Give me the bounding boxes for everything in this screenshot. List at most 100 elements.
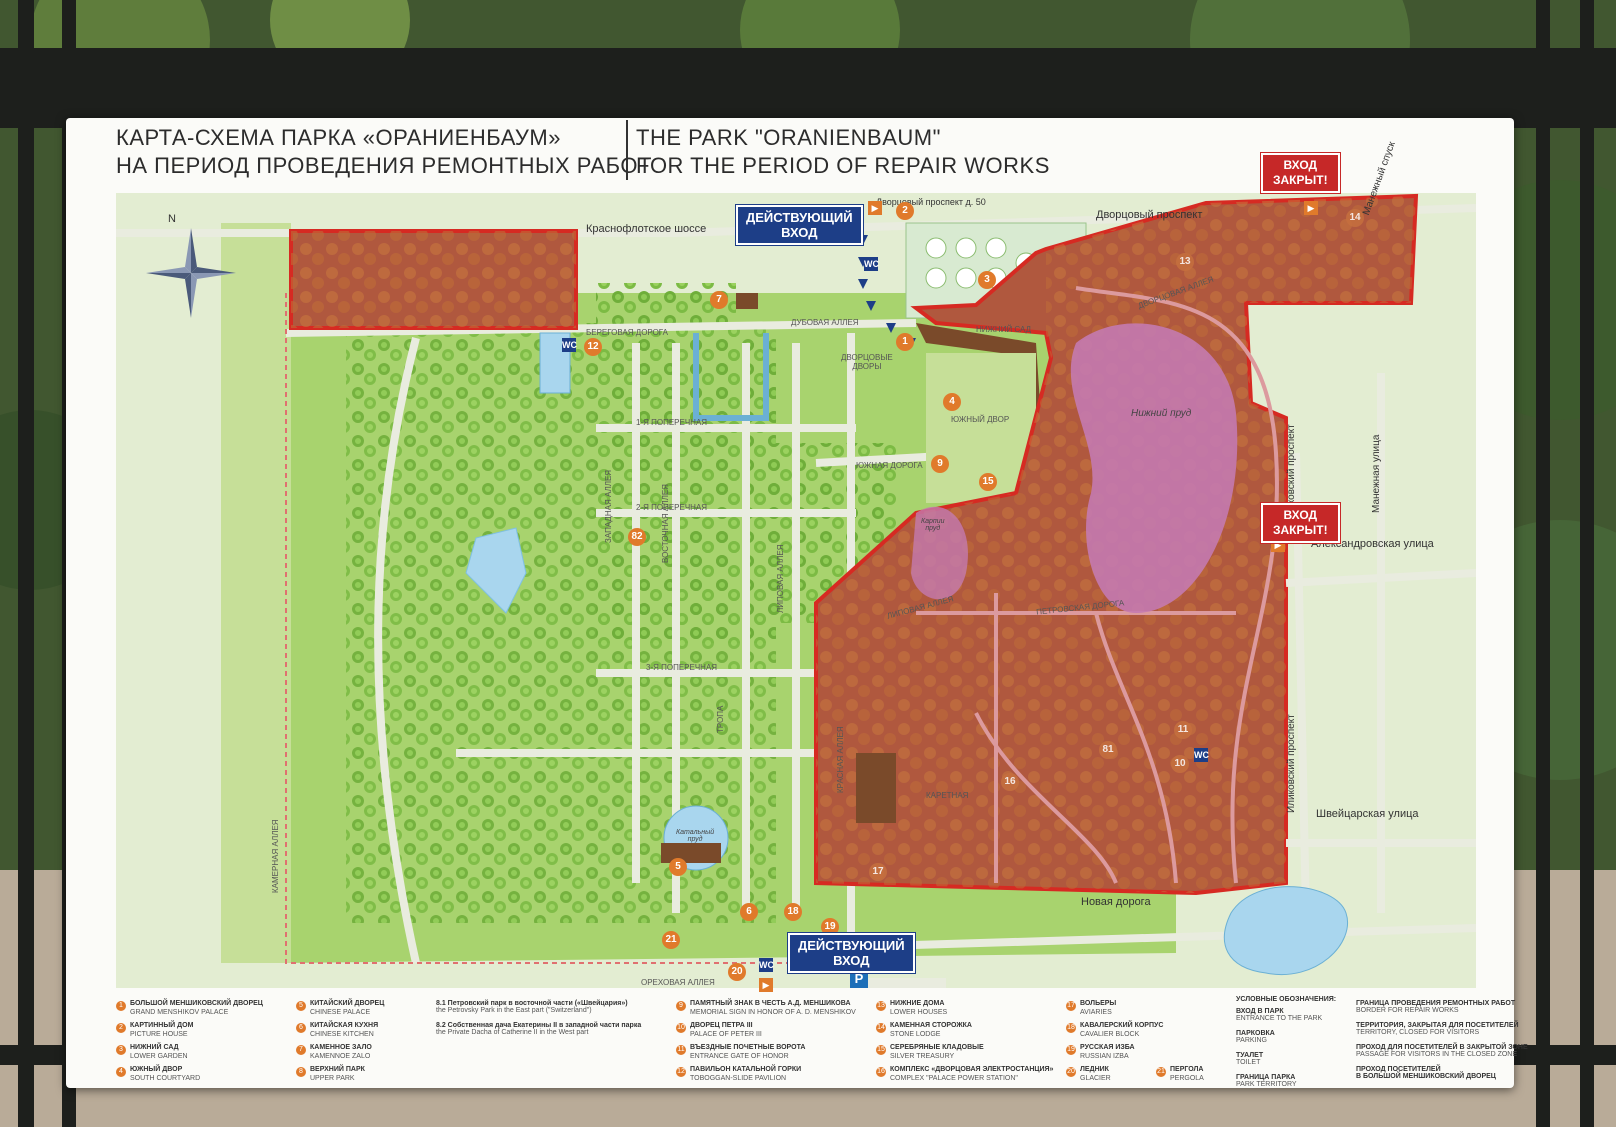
legend-en-14: STONE LODGE — [890, 1031, 941, 1038]
road-ilikovsky-bottom: Иликовский проспект — [1286, 714, 1297, 813]
entrance-closed-right-line1: ВХОД — [1283, 508, 1318, 522]
label-nizhny-prud: Нижний пруд — [1131, 408, 1192, 419]
legend-ru-7: КАМЕННОЕ ЗАЛО — [310, 1044, 372, 1051]
legend-sub-82-ru: 8.2 Собственная дача Екатерины II в запа… — [436, 1022, 642, 1029]
legend-en-20: GLACIER — [1080, 1075, 1111, 1082]
title-en-line2: FOR THE PERIOD OF REPAIR WORKS — [636, 153, 1050, 178]
symbol-entry-ru: ВХОД В ПАРК — [1236, 1008, 1284, 1015]
marker-14[interactable]: 14 — [1346, 209, 1364, 227]
legend-en-13: LOWER HOUSES — [890, 1009, 948, 1016]
legend-en-16: COMPLEX "PALACE POWER STATION" — [890, 1075, 1018, 1082]
building-cavalier-block — [856, 753, 896, 823]
symbol-toilet-en: TOILET — [1236, 1059, 1261, 1066]
road-yuzhnaya: ЮЖНАЯ ДОРОГА — [856, 461, 923, 470]
legend-ru-17: ВОЛЬЕРЫ — [1080, 1000, 1117, 1007]
road-novaya: Новая дорога — [1081, 896, 1151, 908]
marker-9[interactable]: 9 — [931, 455, 949, 473]
entry-icon-northeast: ▶ — [1304, 201, 1318, 215]
symbol-repair-ru: ГРАНИЦА ПРОВЕДЕНИЯ РЕМОНТНЫХ РАБОТ — [1356, 1000, 1516, 1007]
marker-7[interactable]: 7 — [710, 291, 728, 309]
legend-num-17: 17 — [1066, 1001, 1076, 1011]
road-dvortsovy: Дворцовый проспект — [1096, 209, 1203, 221]
label-nizhny-sad: НИЖНИЙ САД — [976, 325, 1032, 334]
marker-2[interactable]: 2 — [896, 202, 914, 220]
marker-15[interactable]: 15 — [979, 473, 997, 491]
title-en-line1: THE PARK "ORANIENBAUM" — [636, 125, 941, 150]
legend-sub-81-en: the Petrovsky Park in the East part ("Sw… — [436, 1007, 592, 1014]
label-karpiny-line1: Карпии — [921, 518, 945, 525]
marker-18[interactable]: 18 — [784, 903, 802, 921]
symbol-repair: ГРАНИЦА ПРОВЕДЕНИЯ РЕМОНТНЫХ РАБОТ BORDER… — [1356, 1000, 1515, 1014]
marker-81[interactable]: 81 — [1099, 741, 1117, 759]
marker-6[interactable]: 6 — [740, 903, 758, 921]
legend-en-11: ENTRANCE GATE OF HONOR — [690, 1053, 789, 1060]
entrance-open-top[interactable]: ДЕЙСТВУЮЩИЙ ВХОД — [735, 204, 864, 246]
legend-en-17: AVIARIES — [1080, 1009, 1112, 1016]
entrance-open-top-line2: ВХОД — [781, 225, 818, 240]
legend-num-19: 19 — [1066, 1045, 1076, 1055]
entry-icon-palace: ▶ — [868, 201, 882, 215]
road-orekhovaya: ОРЕХОВАЯ АЛЛЕЯ — [641, 978, 715, 987]
legend-num-9: 9 — [676, 1001, 686, 1011]
legend-ru-12: ПАВИЛЬОН КАТАЛЬНОЙ ГОРКИ — [690, 1066, 802, 1073]
legend-num-11: 11 — [676, 1045, 686, 1055]
marker-82[interactable]: 82 — [628, 528, 646, 546]
entrance-closed-top-line1: ВХОД — [1283, 158, 1318, 172]
symbol-toilet-ru: ТУАЛЕТ — [1236, 1052, 1264, 1059]
marker-1[interactable]: 1 — [896, 333, 914, 351]
legend-ru-4: ЮЖНЫЙ ДВОР — [130, 1066, 183, 1073]
entrance-open-top-line1: ДЕЙСТВУЮЩИЙ — [746, 210, 853, 225]
legend-en-8: UPPER PARK — [310, 1075, 355, 1082]
marker-21[interactable]: 21 — [662, 931, 680, 949]
symbol-entry: ВХОД В ПАРК ENTRANCE TO THE PARK — [1236, 1008, 1322, 1022]
legend-num-7: 7 — [296, 1045, 306, 1055]
legend-en-7: KAMENNOE ZALO — [310, 1053, 371, 1060]
marker-5[interactable]: 5 — [669, 858, 687, 876]
marker-12[interactable]: 12 — [584, 338, 602, 356]
legend-sub-82-en: the Private Dacha of Catherine II in the… — [436, 1029, 589, 1036]
legend-ru-1: БОЛЬШОЙ МЕНШИКОВСКИЙ ДВОРЕЦ — [130, 1000, 263, 1007]
marker-4[interactable]: 4 — [943, 393, 961, 411]
toilet-icon-palace: WC — [864, 257, 879, 271]
legend-ru-5: КИТАЙСКИЙ ДВОРЕЦ — [310, 1000, 385, 1007]
legend-sub-81: 8.1 Петровский парк в восточной части («… — [436, 1000, 628, 1014]
label-dvortsovye-line2: ДВОРЫ — [852, 362, 882, 371]
marker-10[interactable]: 10 — [1171, 755, 1189, 773]
label-yuzhny-dvor: ЮЖНЫЙ ДВОР — [951, 415, 1010, 424]
entrance-closed-top[interactable]: ВХОД ЗАКРЫТ! — [1260, 152, 1341, 194]
building-chinese-palace — [661, 843, 721, 863]
legend-num-14: 14 — [876, 1023, 886, 1033]
marker-3[interactable]: 3 — [978, 271, 996, 289]
legend-ru-16: КОМПЛЕКС «ДВОРЦОВАЯ ЭЛЕКТРОСТАНЦИЯ» — [890, 1066, 1054, 1073]
title-ru-line1: КАРТА-СХЕМА ПАРКА «ОРАНИЕНБАУМ» — [116, 125, 561, 150]
legend-en-1: GRAND MENSHIKOV PALACE — [130, 1009, 229, 1016]
symbol-parking: ПАРКОВКА PARKING — [1236, 1030, 1275, 1044]
legend-num-5: 5 — [296, 1001, 306, 1011]
legend-num-2: 2 — [116, 1023, 126, 1033]
legend-ru-18: КАВАЛЕРСКИЙ КОРПУС — [1080, 1022, 1164, 1029]
road-poperechnaya-3: 3-Я ПОПЕРЕЧНАЯ — [646, 663, 718, 672]
marker-16[interactable]: 16 — [1001, 773, 1019, 791]
marker-17[interactable]: 17 — [869, 863, 887, 881]
building-kamennoe-zalo — [736, 293, 758, 309]
entrance-open-bottom[interactable]: ДЕЙСТВУЮЩИЙ ВХОД — [787, 932, 916, 974]
toilet-icon-east: WC — [1194, 748, 1209, 762]
legend-sub-81-ru: 8.1 Петровский парк в восточной части («… — [436, 1000, 628, 1007]
marker-13[interactable]: 13 — [1176, 253, 1194, 271]
legend-ru-9: ПАМЯТНЫЙ ЗНАК В ЧЕСТЬ А.Д. МЕНШИКОВА — [690, 1000, 851, 1007]
marker-11[interactable]: 11 — [1174, 721, 1192, 739]
symbol-passage-en: PASSAGE FOR VISITORS IN THE CLOSED ZONE — [1356, 1051, 1518, 1058]
road-dubovaya: ДУБОВАЯ АЛЛЕЯ — [791, 318, 859, 327]
entrance-open-bottom-line1: ДЕЙСТВУЮЩИЙ — [798, 938, 905, 953]
entrance-closed-right[interactable]: ВХОД ЗАКРЫТ! — [1260, 502, 1341, 544]
road-dvortsovy-50: Дворцовый проспект д. 50 — [876, 197, 986, 207]
legend-num-16: 16 — [876, 1067, 886, 1077]
legend-en-12: TOBOGGAN-SLIDE PAVILION — [690, 1075, 787, 1082]
marker-20[interactable]: 20 — [728, 963, 746, 981]
symbol-parking-en: PARKING — [1236, 1037, 1267, 1044]
legend-en-21: PERGOLA — [1170, 1075, 1204, 1082]
symbol-parking-ru: ПАРКОВКА — [1236, 1030, 1275, 1037]
road-trona: ТРОПА — [716, 705, 725, 733]
road-poperechnaya-2: 2-Я ПОПЕРЕЧНАЯ — [636, 503, 708, 512]
road-manezhnaya: Манежная улица — [1371, 434, 1382, 513]
